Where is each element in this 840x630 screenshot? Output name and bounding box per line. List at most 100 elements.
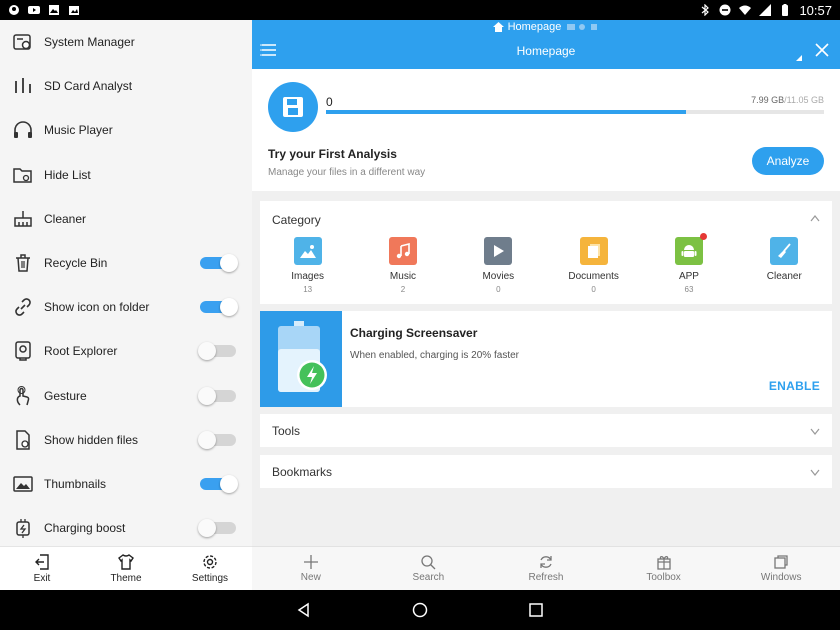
link-icon xyxy=(15,298,31,317)
drawer-item-cleaner[interactable]: Cleaner xyxy=(0,197,252,241)
gesture-icon xyxy=(16,385,30,406)
recycle-bin-toggle[interactable] xyxy=(198,254,238,273)
back-icon[interactable] xyxy=(296,602,312,618)
analyze-button[interactable]: Analyze xyxy=(752,147,824,175)
show-hidden-files-toggle[interactable] xyxy=(198,430,238,449)
windows-button[interactable]: Windows xyxy=(722,547,840,590)
drawer-item-label: Cleaner xyxy=(44,211,87,226)
toolbox-button[interactable]: Toolbox xyxy=(605,547,723,590)
search-icon xyxy=(421,555,436,570)
category-name: APP xyxy=(678,271,699,282)
tools-section[interactable]: Tools xyxy=(260,414,832,447)
storage-total: /11.05 GB xyxy=(784,95,824,105)
drawer-item-hide-list[interactable]: Hide List xyxy=(0,153,252,197)
drawer-item-show-icon-on-folder[interactable]: Show icon on folder xyxy=(0,285,252,329)
category-count: 63 xyxy=(684,285,694,294)
root-explorer-toggle[interactable] xyxy=(198,342,238,361)
storage-count: 0 xyxy=(326,95,333,109)
drawer-item-label: Music Player xyxy=(44,123,113,138)
category-images[interactable]: Images 13 xyxy=(260,237,355,294)
new-button[interactable]: New xyxy=(252,547,370,590)
category-app[interactable]: APP 63 xyxy=(641,233,736,294)
category-movies[interactable]: Movies 0 xyxy=(451,237,546,294)
chevron-down-icon xyxy=(810,469,820,476)
enable-button[interactable]: ENABLE xyxy=(769,379,820,393)
app-notification-dot xyxy=(699,233,707,240)
battery-charging-icon xyxy=(278,321,327,392)
status-bar: 10:57 xyxy=(0,0,840,20)
youtube-icon xyxy=(28,6,40,14)
drawer-bottom-bar: Exit Theme Settings xyxy=(0,546,252,590)
toolbox-label: Toolbox xyxy=(646,572,681,583)
charging-boost-toggle[interactable] xyxy=(198,519,238,538)
path-title: Homepage xyxy=(252,21,840,33)
category-count: 0 xyxy=(591,285,596,294)
gesture-toggle[interactable] xyxy=(198,386,238,405)
settings-button[interactable]: Settings xyxy=(168,547,252,590)
show-icon-on-folder-toggle[interactable] xyxy=(198,298,238,317)
drawer-item-music-player[interactable]: Music Player xyxy=(0,108,252,152)
refresh-button[interactable]: Refresh xyxy=(487,547,605,590)
chevron-up-icon[interactable] xyxy=(810,214,820,222)
corner-indicator-icon xyxy=(796,55,802,61)
exit-button[interactable]: Exit xyxy=(0,547,84,590)
image-icon xyxy=(13,476,33,492)
main-panel: Homepage Homepage 0 7.99 GB/11.05 GB Try… xyxy=(252,20,840,590)
app-bar: Homepage Homepage xyxy=(252,20,840,69)
category-music[interactable]: Music 2 xyxy=(355,237,450,294)
page-title: Homepage xyxy=(516,44,576,58)
category-row: Images 13 Music 2 Movies 0 Documents 0 A… xyxy=(260,233,832,294)
plus-icon xyxy=(303,555,318,569)
theme-button[interactable]: Theme xyxy=(84,547,168,590)
chevron-down-icon xyxy=(810,428,820,435)
drawer-item-thumbnails[interactable]: Thumbnails xyxy=(0,462,252,506)
drawer-item-sd-card-analyst[interactable]: SD Card Analyst xyxy=(0,64,252,108)
trash-icon xyxy=(16,254,30,272)
category-count: 2 xyxy=(400,285,406,294)
storage-disk[interactable] xyxy=(268,82,318,132)
hidden-file-icon xyxy=(16,430,30,450)
signal-icon xyxy=(759,4,772,16)
home-circle-icon[interactable] xyxy=(412,602,428,618)
drawer-item-root-explorer[interactable]: Root Explorer xyxy=(0,329,252,373)
category-name: Documents xyxy=(568,271,619,282)
system-manager-icon xyxy=(13,34,31,50)
exit-icon xyxy=(35,554,49,570)
wifi-icon xyxy=(739,5,752,15)
drawer-item-label: System Manager xyxy=(44,35,135,50)
path-title-text: Homepage xyxy=(507,21,562,33)
drawer-item-show-hidden-files[interactable]: Show hidden files xyxy=(0,418,252,462)
floppy-disk-icon xyxy=(283,97,303,117)
drawer-item-gesture[interactable]: Gesture xyxy=(0,374,252,418)
refresh-label: Refresh xyxy=(528,572,564,583)
gear-icon xyxy=(203,555,217,569)
storage-progress-bar xyxy=(326,110,824,114)
category-count: 0 xyxy=(496,285,501,294)
recents-icon[interactable] xyxy=(528,602,544,618)
movies-tile xyxy=(484,237,513,265)
storage-progress-fill xyxy=(326,110,687,114)
category-name: Music xyxy=(389,271,417,282)
android-icon xyxy=(681,245,697,257)
charging-subtitle: When enabled, charging is 20% faster xyxy=(350,350,519,361)
drawer-item-recycle-bin[interactable]: Recycle Bin xyxy=(0,241,252,285)
bluetooth-icon xyxy=(702,4,710,16)
drawer-item-label: Thumbnails xyxy=(44,476,107,491)
navigation-drawer: System Manager SD Card Analyst Music Pla… xyxy=(0,20,252,590)
close-icon[interactable] xyxy=(814,42,830,58)
category-cleaner[interactable]: Cleaner xyxy=(737,237,832,294)
category-count: 13 xyxy=(303,285,313,294)
broom-icon xyxy=(778,243,791,258)
analysis-subtitle: Manage your files in a different way xyxy=(268,167,426,178)
drawer-item-system-manager[interactable]: System Manager xyxy=(0,20,252,64)
search-button[interactable]: Search xyxy=(370,547,488,590)
notification-icon xyxy=(9,5,19,15)
category-documents[interactable]: Documents 0 xyxy=(546,237,641,294)
bookmarks-section[interactable]: Bookmarks xyxy=(260,455,832,488)
thumbnails-toggle[interactable] xyxy=(198,474,238,493)
hide-list-folder-icon xyxy=(13,167,32,183)
category-heading: Category xyxy=(272,213,321,227)
storage-used: 7.99 GB xyxy=(751,95,785,105)
drawer-item-charging-boost[interactable]: Charging boost xyxy=(0,506,252,546)
app-tile xyxy=(674,233,707,265)
